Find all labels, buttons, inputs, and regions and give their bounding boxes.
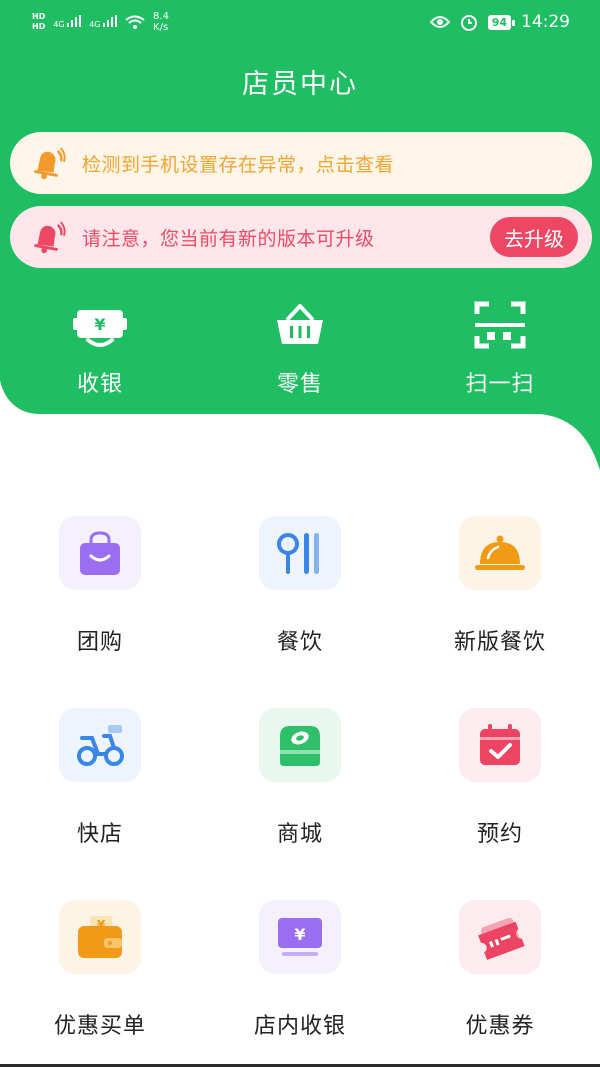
cashier-icon: ¥ [73,310,127,347]
settings-warning-text: 检测到手机设置存在异常，点击查看 [82,153,395,176]
quick-actions: ¥ 收银 零售 扫一扫 [0,300,600,410]
scooter-icon [77,725,124,766]
feature-grid: 团购 餐饮 新版餐饮 快店 商城 预约 ¥ 优惠买单 ¥ 店内收银 优惠券 [0,516,600,1050]
grid-label: 优惠券 [465,1014,535,1039]
quick-action-scan[interactable]: 扫一扫 [400,300,600,410]
quick-action-retail-label: 零售 [276,372,323,397]
cloche-icon [475,535,525,570]
speed-unit: K/s [153,22,169,33]
grid-tile [259,708,341,782]
utensils-icon [277,533,319,574]
grid-label: 优惠买单 [53,1014,146,1039]
settings-warning-banner[interactable]: 检测到手机设置存在异常，点击查看 [10,132,592,194]
scan-icon [474,301,526,349]
clock: 14:29 [521,12,570,32]
quick-action-retail[interactable]: 零售 [200,300,400,410]
update-available-banner: 请注意，您当前有新的版本可升级 去升级 [10,206,592,268]
wifi-icon [125,15,145,29]
grid-tile [59,708,141,782]
grid-tile: ¥ [59,900,141,974]
grid-item-booking[interactable]: 预约 [400,708,600,858]
signal-bars-icon [67,15,82,27]
hd-indicator: HD HD [32,12,45,32]
grid-label: 商城 [276,822,323,847]
grid-item-quick-store[interactable]: 快店 [0,708,200,858]
grid-item-discount-checkout[interactable]: ¥ 优惠买单 [0,900,200,1050]
wallet-icon: ¥ [78,916,122,958]
grid-tile [259,516,341,590]
quick-action-cashier[interactable]: ¥ 收银 [0,300,200,410]
grid-tile: ¥ [259,900,341,974]
hd-bottom: HD [32,22,46,31]
store-icon [280,726,320,766]
grid-item-in-store-cashier[interactable]: ¥ 店内收银 [200,900,400,1050]
speed-value: 8.4 [153,11,169,22]
grid-item-coupon[interactable]: 优惠券 [400,900,600,1050]
battery-indicator: 94 [487,14,516,30]
monitor-yen-icon: ¥ [278,918,322,956]
quick-action-scan-label: 扫一扫 [465,372,535,397]
status-right: 94 14:29 [429,12,570,32]
grid-label: 餐饮 [276,630,323,655]
svg-text:¥: ¥ [94,315,105,334]
update-available-text: 请注意，您当前有新的版本可升级 [82,227,375,250]
signal-1-label: 4G [53,20,65,29]
svg-text:¥: ¥ [294,925,305,944]
eye-icon [429,16,450,28]
grid-item-mall[interactable]: 商城 [200,708,400,858]
grid-label: 团购 [76,630,123,655]
grid-tile [459,516,541,590]
grid-tile [59,516,141,590]
grid-item-new-catering[interactable]: 新版餐饮 [400,516,600,666]
signal-1: 4G [53,15,82,29]
network-speed: 8.4 K/s [153,11,169,33]
grid-label: 新版餐饮 [453,630,546,655]
page-title: 店员中心 [242,69,358,100]
quick-action-cashier-label: 收银 [76,372,123,397]
bell-icon [34,221,66,254]
grid-label: 店内收银 [253,1014,346,1039]
status-bar: HD HD 4G 4G 8.4 K/s 94 14:29 [0,0,600,44]
basket-icon [277,304,323,344]
grid-item-group-buy[interactable]: 团购 [0,516,200,666]
bell-icon [34,147,66,180]
grid-tile [459,900,541,974]
ticket-icon [478,917,525,960]
grid-item-catering[interactable]: 餐饮 [200,516,400,666]
grid-tile [459,708,541,782]
upgrade-button[interactable]: 去升级 [490,217,578,257]
status-left: HD HD 4G 4G 8.4 K/s [32,11,169,33]
hd-top: HD [32,12,46,21]
calendar-check-icon [480,724,520,765]
signal-2: 4G [89,15,118,29]
signal-bars-icon [103,15,118,27]
alarm-icon [460,15,477,31]
shopping-bag-icon [80,531,120,575]
signal-2-label: 4G [89,20,101,29]
grid-label: 快店 [76,822,123,847]
grid-label: 预约 [476,822,523,847]
